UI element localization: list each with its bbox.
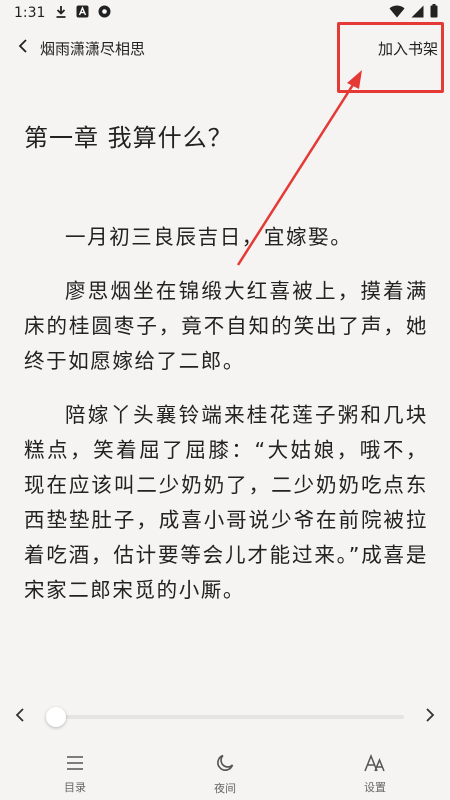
chevron-right-icon	[425, 707, 435, 727]
wifi-icon	[389, 5, 405, 22]
next-chapter-button[interactable]	[410, 700, 450, 734]
bottom-bar: 目录 夜间 设置	[0, 748, 450, 800]
battery-icon	[430, 4, 438, 22]
paragraph: 陪嫁丫头襄铃端来桂花莲子粥和几块糕点，笑着屈了屈膝：“大姑娘，哦不，现在应该叫二…	[24, 403, 428, 602]
night-label: 夜间	[214, 781, 236, 795]
progress-thumb[interactable]	[46, 707, 66, 727]
paragraph: 一月初三良辰吉日，宜嫁娶。	[65, 225, 353, 249]
moon-icon	[215, 753, 235, 777]
book-title: 烟雨潇潇尽相思	[40, 39, 146, 58]
catalog-label: 目录	[64, 780, 86, 794]
a-badge-icon	[76, 5, 89, 22]
progress-slider[interactable]	[46, 707, 404, 727]
settings-button[interactable]: 设置	[335, 753, 415, 795]
night-mode-button[interactable]: 夜间	[185, 753, 265, 796]
menu-lines-icon	[65, 754, 85, 776]
chevron-left-icon	[15, 707, 25, 727]
top-nav: 烟雨潇潇尽相思 加入书架	[0, 26, 450, 70]
add-to-shelf-button[interactable]: 加入书架	[378, 38, 438, 59]
chapter-title: 第一章 我算什么？	[24, 124, 233, 152]
paragraph: 廖思烟坐在锦缎大红喜被上，摸着满床的桂圆枣子，竟不自知的笑出了声，她终于如愿嫁给…	[24, 279, 428, 373]
prev-chapter-button[interactable]	[0, 700, 40, 734]
settings-label: 设置	[364, 780, 386, 794]
download-icon	[55, 5, 67, 22]
font-size-icon	[364, 753, 386, 776]
back-button[interactable]	[6, 26, 40, 70]
status-time: 1:31	[14, 5, 46, 21]
status-right-icons	[389, 4, 438, 22]
record-icon	[98, 5, 111, 22]
status-bar: 1:31	[0, 0, 450, 26]
chapter-content: 一月初三良辰吉日，宜嫁娶。 廖思烟坐在锦缎大红喜被上，摸着满床的桂圆枣子，竟不自…	[24, 220, 428, 627]
progress-row	[0, 700, 450, 734]
signal-icon	[411, 5, 424, 22]
catalog-button[interactable]: 目录	[35, 754, 115, 795]
chevron-left-icon	[17, 38, 29, 58]
